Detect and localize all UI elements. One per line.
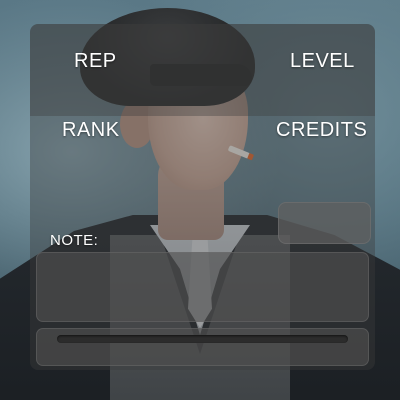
progress-bar [57,335,348,343]
rep-label: REP [74,50,117,72]
level-label: LEVEL [290,50,355,72]
credits-label: CREDITS [276,119,368,141]
note-field[interactable] [36,252,369,322]
credits-value-box[interactable] [278,202,371,244]
progress-container [36,328,369,366]
rank-label: RANK [62,119,120,141]
note-label: NOTE: [50,232,99,249]
